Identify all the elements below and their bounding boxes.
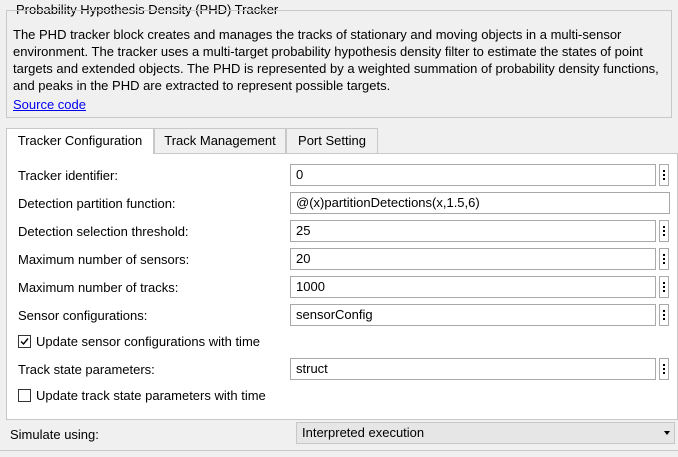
vertical-ellipsis-icon <box>663 282 665 284</box>
max-tracks-field[interactable]: 1000 <box>290 276 656 298</box>
detection-selection-threshold-label: Detection selection threshold: <box>18 224 189 239</box>
tab-port-setting[interactable]: Port Setting <box>286 128 378 153</box>
detection-partition-function-field[interactable]: @(x)partitionDetections(x,1.5,6) <box>290 192 670 214</box>
detection-selection-threshold-menu-button[interactable] <box>659 220 669 242</box>
source-code-link[interactable]: Source code <box>13 97 86 112</box>
bottom-divider <box>0 450 678 451</box>
vertical-ellipsis-icon <box>663 226 665 228</box>
simulate-using-value: Interpreted execution <box>302 425 425 440</box>
update-sensor-configs-label: Update sensor configurations with time <box>36 334 261 349</box>
vertical-ellipsis-icon <box>663 364 665 366</box>
vertical-ellipsis-icon <box>663 254 665 256</box>
tracker-configuration-panel: Tracker identifier: 0 Detection partitio… <box>6 153 678 420</box>
tracker-identifier-field[interactable]: 0 <box>290 164 656 186</box>
tracker-identifier-menu-button[interactable] <box>659 164 669 186</box>
update-track-state-params-checkbox[interactable] <box>18 389 31 402</box>
simulate-using-label: Simulate using: <box>10 427 99 442</box>
sensor-configurations-menu-button[interactable] <box>659 304 669 326</box>
simulate-using-select[interactable]: Interpreted execution <box>296 422 675 444</box>
update-track-state-params-label: Update track state parameters with time <box>36 388 266 403</box>
tracker-identifier-label: Tracker identifier: <box>18 168 118 183</box>
detection-partition-function-label: Detection partition function: <box>18 196 176 211</box>
detection-selection-threshold-field[interactable]: 25 <box>290 220 656 242</box>
track-state-parameters-label: Track state parameters: <box>18 362 155 377</box>
sensor-configurations-label: Sensor configurations: <box>18 308 148 323</box>
checkmark-icon <box>20 338 29 346</box>
tab-track-management[interactable]: Track Management <box>154 128 286 153</box>
vertical-ellipsis-icon <box>663 310 665 312</box>
update-sensor-configs-checkbox[interactable] <box>18 335 31 348</box>
max-sensors-label: Maximum number of sensors: <box>18 252 190 267</box>
track-state-parameters-field[interactable]: struct <box>290 358 656 380</box>
block-description: The PHD tracker block creates and manage… <box>13 27 659 93</box>
max-sensors-field[interactable]: 20 <box>290 248 656 270</box>
max-tracks-label: Maximum number of tracks: <box>18 280 179 295</box>
max-sensors-menu-button[interactable] <box>659 248 669 270</box>
vertical-ellipsis-icon <box>663 170 665 172</box>
dropdown-arrow-icon <box>664 431 670 435</box>
track-state-parameters-menu-button[interactable] <box>659 358 669 380</box>
max-tracks-menu-button[interactable] <box>659 276 669 298</box>
tab-tracker-configuration[interactable]: Tracker Configuration <box>6 128 154 154</box>
sensor-configurations-field[interactable]: sensorConfig <box>290 304 656 326</box>
